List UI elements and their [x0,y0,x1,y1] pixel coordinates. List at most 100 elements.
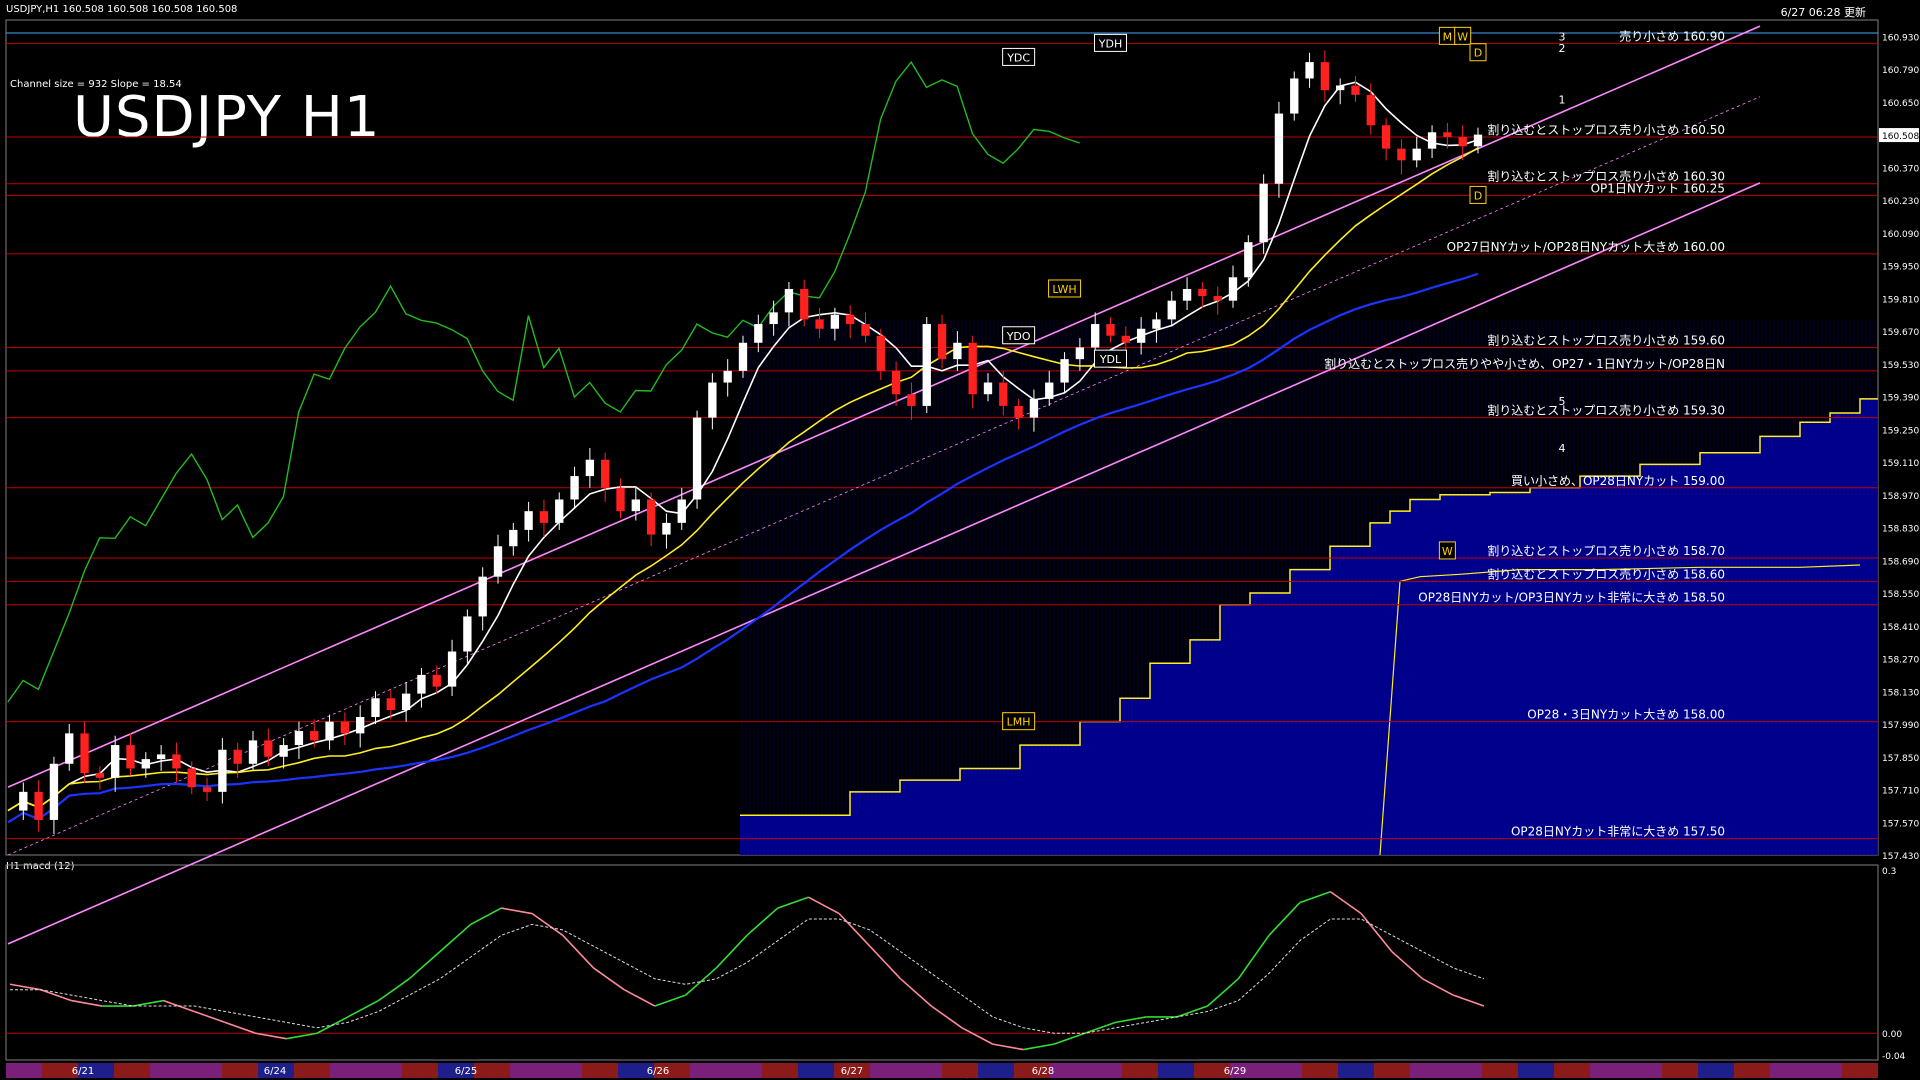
marker-label: D [1474,47,1482,60]
marker-label: YDC [1006,51,1030,64]
candle-body [233,749,242,764]
macd-main-segment [562,934,595,969]
candle-body [1045,382,1054,399]
candle-body [846,314,855,325]
macd-main-segment [501,907,533,915]
macd-panel: 0.30.00-0.04macd Q/H [6,867,1906,1080]
price-axis: 160.930 160.790 160.650 160.370 160.230 160.0… [1879,33,1919,862]
macd-main-segment [1360,913,1393,953]
candle-body [1136,328,1146,343]
candle-body [340,721,350,734]
marker-label: W [1442,545,1453,558]
candle-body [49,763,59,820]
date-strip-segment [186,1063,222,1078]
price-tick-label: 157.710 [1882,787,1919,797]
date-strip-segment [1662,1063,1698,1078]
candle-body [478,576,487,617]
date-axis: 6/21 6/24 6/25 6/26 6/27 6/28 6/29 [6,1063,1878,1078]
candle-body [616,487,625,512]
price-tick-label: 157.990 [1882,721,1919,731]
level-label: OP27日NYカット/OP28日NYカット大きめ 160.00 [1447,240,1725,254]
macd-main-segment [408,951,441,980]
macd-tick-label: 0.00 [1882,1030,1902,1040]
macd-main-segment [439,923,472,953]
date-strip-segment [762,1063,798,1078]
candle-body [432,674,441,687]
date-strip-segment [978,1063,1014,1078]
date-strip-segment [114,1063,150,1078]
date-label: 6/27 [841,1066,863,1077]
price-tick-label: 158.270 [1882,656,1919,666]
candle-body [754,324,763,343]
projection-number: 4 [1559,442,1566,455]
candle-body [968,342,977,395]
candle-body [463,616,472,652]
candle-body [371,698,380,718]
candle-body [187,768,196,788]
date-strip-segment [6,1063,42,1078]
level-label: 売り小さめ 160.90 [1619,28,1725,43]
candle-body [1075,347,1085,360]
candle-body [509,529,518,547]
marker-label: M [1443,30,1453,43]
price-tick-label: 160.230 [1882,197,1919,207]
price-tick-label: 158.550 [1882,590,1919,600]
candle-body [1182,288,1192,301]
candle-body [264,740,273,757]
candle-body [769,312,778,325]
macd-main-segment [1391,951,1424,980]
macd-main-segment [1237,934,1270,980]
price-tick-label: 158.410 [1882,623,1919,633]
candle-body [1336,85,1345,91]
candle-body [953,342,962,360]
macd-main-segment [808,896,840,915]
macd-main-segment [777,896,809,909]
candle-body [1198,288,1207,296]
date-strip-segment [150,1063,186,1078]
macd-main-segment [623,988,656,1007]
price-tick-label: 160.370 [1882,164,1919,174]
candle-body [830,314,840,329]
date-strip-segment [1626,1063,1662,1078]
candle-body [1443,132,1452,137]
candle-body [1412,148,1421,161]
date-strip-segment [1734,1063,1770,1078]
price-tick-label: 160.790 [1882,66,1919,76]
candle-body [1121,335,1130,343]
macd-main-segment [255,1032,287,1040]
macd-main-segment [1453,994,1485,1007]
chart-canvas[interactable]: YDHYDCYDOYDLLWHLMHM WDDW32154 売り小さめ 160.9… [0,0,1920,1080]
candle-body [1427,132,1437,149]
date-label: 6/25 [455,1066,477,1077]
candle-body [646,499,656,535]
candle-body [1366,94,1375,126]
price-tick-label: 157.430 [1882,852,1919,862]
macd-main-segment [1176,1005,1208,1018]
price-tick-label: 160.090 [1882,230,1919,240]
candle-body [386,698,395,710]
date-strip-segment [1374,1063,1410,1078]
candle-body [570,476,579,500]
candle-body [111,745,120,778]
macd-main-segment [286,1032,318,1040]
level-label: 割り込むとストップロス売り小さめ 159.30 [1487,403,1725,418]
candle-body [19,791,28,811]
candle-body [325,721,334,741]
candle-body [631,499,640,512]
date-label: 6/28 [1032,1066,1054,1077]
date-strip-segment [294,1063,330,1078]
date-strip-segment [1482,1063,1518,1078]
macd-main-segment [1023,1043,1055,1051]
date-strip-segment [330,1063,366,1078]
cloud-area [740,398,1878,855]
macd-main-segment [1299,891,1331,904]
macd-main-segment [1268,902,1301,936]
candle-body [1397,148,1406,161]
price-tick-label: 160.650 [1882,99,1919,109]
macd-main-segment [992,1043,1024,1051]
macd-main-segment [746,907,779,936]
candle-body [172,754,181,769]
candle-body [738,342,748,371]
candle-body [1091,324,1100,348]
date-strip-segment [546,1063,582,1078]
